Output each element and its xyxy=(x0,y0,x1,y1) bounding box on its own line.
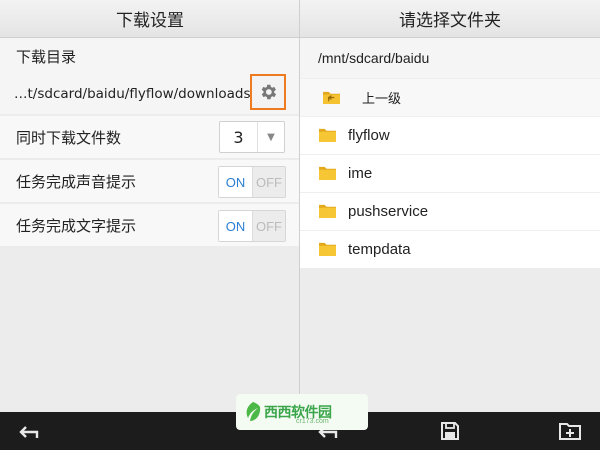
folder-picker-panel: 请选择文件夹 /mnt/sdcard/baidu 上一级 flyflow ime… xyxy=(300,0,600,412)
folder-icon xyxy=(319,242,336,257)
folder-name: pushservice xyxy=(348,203,429,220)
save-icon xyxy=(441,422,459,440)
folder-item[interactable]: ime xyxy=(300,154,600,192)
folder-name: tempdata xyxy=(348,241,411,258)
left-back-button[interactable] xyxy=(9,412,49,450)
current-path: /mnt/sdcard/baidu xyxy=(300,38,600,78)
sound-notice-toggle[interactable]: ON OFF xyxy=(218,166,286,198)
download-dir-row: …t/sdcard/baidu/flyflow/downloads/ xyxy=(0,74,300,114)
folder-name: flyflow xyxy=(348,127,390,144)
parent-folder-label: 上一级 xyxy=(362,92,402,107)
folder-icon xyxy=(319,204,336,219)
parent-folder-item[interactable]: 上一级 xyxy=(300,78,600,116)
folder-item[interactable]: tempdata xyxy=(300,230,600,268)
download-dir-label: 下载目录 xyxy=(0,38,300,74)
folder-name: ime xyxy=(348,165,373,182)
leaf-logo-icon xyxy=(246,402,261,421)
folder-item[interactable]: pushservice xyxy=(300,192,600,230)
toggle-off-label: OFF xyxy=(252,211,285,241)
gear-icon xyxy=(261,84,277,100)
concurrent-downloads-value: 3 xyxy=(233,127,244,147)
text-notice-row: 任务完成文字提示 ON OFF xyxy=(0,202,300,246)
concurrent-downloads-label: 同时下载文件数 xyxy=(16,128,122,147)
new-folder-button[interactable] xyxy=(550,412,590,450)
toggle-off-label: OFF xyxy=(252,167,285,197)
text-notice-label: 任务完成文字提示 xyxy=(16,216,137,235)
toggle-on-label: ON xyxy=(219,167,252,197)
concurrent-downloads-row: 同时下载文件数 3 ▼ xyxy=(0,114,300,158)
concurrent-downloads-select[interactable]: 3 ▼ xyxy=(219,121,285,153)
folder-item[interactable]: flyflow xyxy=(300,116,600,154)
sound-notice-row: 任务完成声音提示 ON OFF xyxy=(0,158,300,202)
choose-dir-button[interactable] xyxy=(250,74,286,110)
back-icon xyxy=(19,426,39,438)
save-button[interactable] xyxy=(430,412,470,450)
folder-icon xyxy=(319,128,336,143)
download-settings-title: 下载设置 xyxy=(0,0,300,38)
toggle-on-label: ON xyxy=(219,211,252,241)
folder-up-icon xyxy=(323,91,340,105)
folder-icon xyxy=(319,166,336,181)
sound-notice-label: 任务完成声音提示 xyxy=(16,172,137,191)
dropdown-arrow-icon: ▼ xyxy=(256,122,284,152)
download-settings-panel: 下载设置 下载目录 …t/sdcard/baidu/flyflow/downlo… xyxy=(0,0,300,412)
new-folder-icon xyxy=(559,423,581,440)
site-watermark: 西西软件园 cr173.com xyxy=(236,394,368,430)
download-dir-path: …t/sdcard/baidu/flyflow/downloads/ xyxy=(14,86,256,102)
text-notice-toggle[interactable]: ON OFF xyxy=(218,210,286,242)
folder-picker-title: 请选择文件夹 xyxy=(300,0,600,38)
watermark-subtext: cr173.com xyxy=(296,418,329,425)
